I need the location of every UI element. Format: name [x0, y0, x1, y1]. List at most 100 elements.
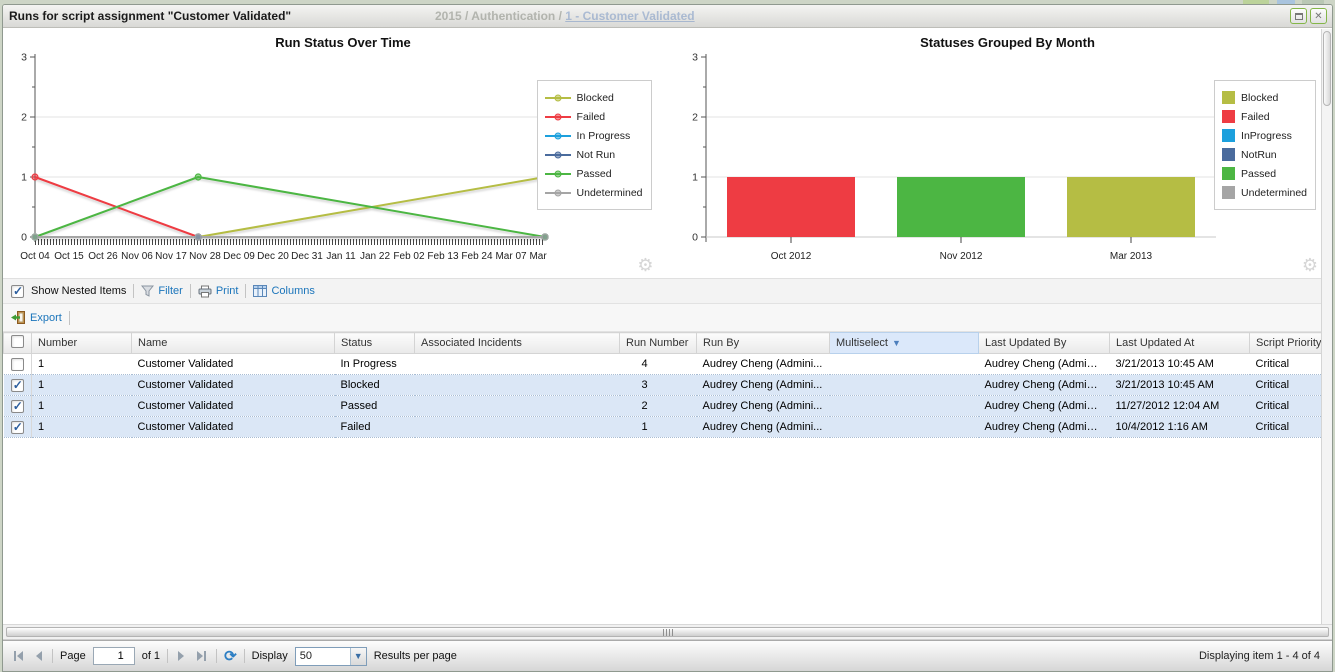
legend-line-marker: [545, 93, 571, 103]
svg-text:0: 0: [692, 232, 698, 244]
sort-arrow-icon: ▼: [892, 338, 901, 348]
row-checkbox[interactable]: [11, 358, 24, 371]
table-row[interactable]: 1Customer ValidatedBlocked3Audrey Cheng …: [4, 375, 1333, 396]
cell-number: 1: [32, 396, 132, 417]
legend-swatch: [1222, 167, 1235, 180]
column-header-last-updated-by[interactable]: Last Updated By: [979, 333, 1110, 354]
column-header-name[interactable]: Name: [132, 333, 335, 354]
table-row[interactable]: 1Customer ValidatedIn Progress4Audrey Ch…: [4, 354, 1333, 375]
refresh-icon[interactable]: ⟳: [224, 649, 237, 664]
previous-page-button[interactable]: [33, 651, 45, 661]
svg-text:Nov 17: Nov 17: [155, 251, 187, 262]
table-row[interactable]: 1Customer ValidatedPassed2Audrey Cheng (…: [4, 396, 1333, 417]
svg-text:Jan 11: Jan 11: [326, 251, 356, 262]
svg-text:Mar 2013: Mar 2013: [1109, 251, 1152, 262]
vertical-scrollbar[interactable]: [1321, 29, 1332, 624]
row-checkbox[interactable]: [11, 379, 24, 392]
legend-item-in-progress: In Progress: [545, 126, 643, 145]
printer-icon: [198, 285, 212, 298]
cell-name: Customer Validated: [132, 417, 335, 438]
table-row[interactable]: 1Customer ValidatedFailed1Audrey Cheng (…: [4, 417, 1333, 438]
cell-run_number: 2: [620, 396, 697, 417]
separator: [190, 284, 191, 298]
svg-text:Nov 28: Nov 28: [189, 251, 221, 262]
close-button[interactable]: ✕: [1310, 8, 1327, 24]
page-size-select[interactable]: 50 ▼: [295, 647, 367, 666]
charts-row: Run Status Over Time 0123Oct 04Oct 15Oct…: [3, 28, 1332, 279]
svg-text:Oct 26: Oct 26: [88, 251, 118, 262]
separator: [167, 649, 168, 663]
cell-status: Passed: [335, 396, 415, 417]
cell-multiselect: [830, 354, 979, 375]
runs-grid: NumberNameStatusAssociated IncidentsRun …: [3, 332, 1332, 624]
column-header-associated-incidents[interactable]: Associated Incidents: [415, 333, 620, 354]
chart-settings-gear-icon[interactable]: ⚙: [1302, 255, 1318, 276]
close-icon: ✕: [1314, 11, 1322, 22]
legend-line-marker: [545, 131, 571, 141]
legend-item-blocked: Blocked: [1222, 88, 1307, 107]
column-header-number[interactable]: Number: [32, 333, 132, 354]
legend-label: Failed: [577, 111, 606, 123]
svg-text:1: 1: [692, 172, 698, 184]
select-dropdown-icon: ▼: [350, 648, 366, 665]
columns-button[interactable]: Columns: [253, 285, 314, 297]
column-header-multiselect[interactable]: Multiselect▼: [830, 333, 979, 354]
column-header-status[interactable]: Status: [335, 333, 415, 354]
table-header-row: NumberNameStatusAssociated IncidentsRun …: [4, 333, 1333, 354]
header-checkbox[interactable]: [11, 335, 24, 348]
cell-multiselect: [830, 396, 979, 417]
separator: [245, 284, 246, 298]
cell-priority: Critical: [1250, 375, 1333, 396]
legend-item-passed: Passed: [545, 164, 643, 183]
legend-line-marker: [545, 169, 571, 179]
print-button[interactable]: Print: [198, 285, 239, 298]
cell-number: 1: [32, 354, 132, 375]
export-button[interactable]: Export: [11, 311, 62, 324]
cell-multiselect: [830, 417, 979, 438]
column-header-run-by[interactable]: Run By: [697, 333, 830, 354]
run-status-over-time-chart: Run Status Over Time 0123Oct 04Oct 15Oct…: [3, 28, 668, 278]
first-page-button[interactable]: [11, 651, 26, 661]
svg-text:Mar 22: Mar 22: [529, 251, 550, 262]
next-page-button[interactable]: [175, 651, 187, 661]
legend-label: InProgress: [1241, 130, 1292, 142]
cell-priority: Critical: [1250, 354, 1333, 375]
select-all-checkbox[interactable]: [4, 333, 32, 354]
filter-button[interactable]: Filter: [141, 285, 182, 297]
cell-incidents: [415, 354, 620, 375]
row-checkbox[interactable]: [11, 400, 24, 413]
paging-status: Displaying item 1 - 4 of 4: [1199, 650, 1324, 662]
last-page-button[interactable]: [194, 651, 209, 661]
cell-number: 1: [32, 375, 132, 396]
maximize-button[interactable]: [1290, 8, 1307, 24]
cell-incidents: [415, 396, 620, 417]
svg-text:Dec 20: Dec 20: [257, 251, 289, 262]
filter-funnel-icon: [141, 285, 154, 297]
cell-run_number: 3: [620, 375, 697, 396]
cell-last_updated_by: Audrey Cheng (Admini...: [979, 417, 1110, 438]
horizontal-scrollbar[interactable]: [3, 624, 1332, 640]
cell-name: Customer Validated: [132, 375, 335, 396]
page-number-input[interactable]: [93, 647, 135, 665]
vertical-scrollbar-thumb[interactable]: [1323, 31, 1331, 106]
columns-grid-icon: [253, 285, 267, 297]
line-chart-plot: 0123Oct 04Oct 15Oct 26Nov 06Nov 17Nov 28…: [5, 32, 550, 270]
column-header-last-updated-at[interactable]: Last Updated At: [1110, 333, 1250, 354]
column-header-run-number[interactable]: Run Number: [620, 333, 697, 354]
legend-item-blocked: Blocked: [545, 88, 643, 107]
scrollbar-grip-icon: [663, 629, 673, 636]
row-checkbox[interactable]: [11, 421, 24, 434]
chart-settings-gear-icon[interactable]: ⚙: [637, 255, 653, 276]
cell-name: Customer Validated: [132, 396, 335, 417]
svg-text:Oct 04: Oct 04: [20, 251, 50, 262]
background-breadcrumb-link: 1 - Customer Validated: [565, 9, 694, 23]
legend-swatch: [1222, 129, 1235, 142]
show-nested-items-checkbox[interactable]: [11, 285, 24, 298]
cell-last_updated_at: 10/4/2012 1:16 AM: [1110, 417, 1250, 438]
cell-status: Failed: [335, 417, 415, 438]
export-toolbar: Export: [3, 304, 1332, 332]
cell-priority: Critical: [1250, 417, 1333, 438]
column-header-script-priority[interactable]: Script Priority: [1250, 333, 1333, 354]
horizontal-scrollbar-thumb[interactable]: [6, 627, 1329, 637]
svg-text:Dec 09: Dec 09: [223, 251, 255, 262]
